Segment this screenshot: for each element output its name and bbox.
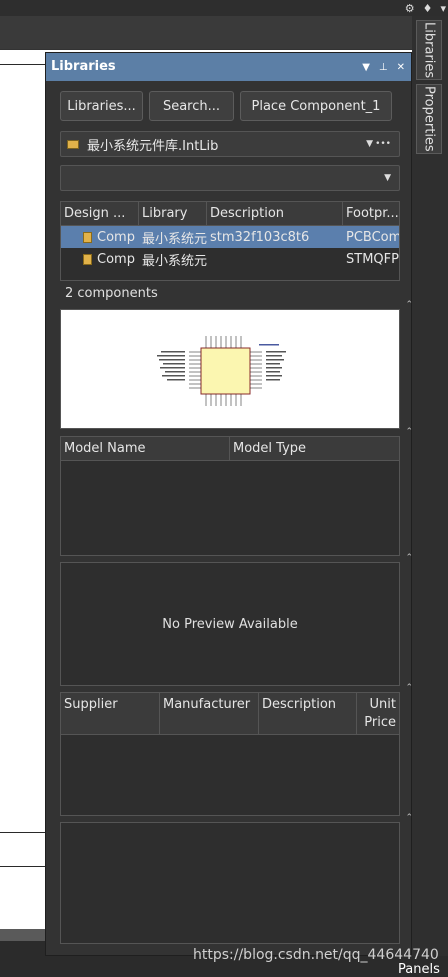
col-supplier[interactable]: Supplier	[61, 693, 160, 734]
collapse-icon[interactable]: ⌃	[405, 683, 413, 693]
libraries-panel: Libraries ▼ ⊥ ✕ Libraries... Search... P…	[45, 52, 413, 956]
supplier-section: Supplier Manufacturer Description Unit P…	[60, 683, 413, 816]
collapse-icon[interactable]: ⌃	[405, 553, 413, 563]
supplier-header: Supplier Manufacturer Description Unit P…	[61, 693, 399, 735]
place-component-button[interactable]: Place Component_1	[240, 91, 392, 121]
search-button[interactable]: Search...	[149, 91, 234, 121]
col-model-type[interactable]: Model Type	[230, 437, 399, 460]
close-icon[interactable]: ✕	[397, 62, 405, 73]
user-icon[interactable]: ▾	[440, 2, 446, 15]
col-model-name[interactable]: Model Name	[61, 437, 230, 460]
col-library[interactable]: Library	[139, 202, 207, 225]
component-icon	[83, 253, 92, 265]
pin-icon[interactable]: ⊥	[379, 62, 388, 73]
col-description[interactable]: Description	[207, 202, 343, 225]
bell-icon[interactable]: ♦	[423, 2, 433, 15]
panel-controls: ▼ ⊥ ✕	[362, 53, 405, 81]
library-icon	[67, 139, 79, 149]
tab-properties[interactable]: Properties	[416, 84, 442, 154]
parameters-section: ⌃	[60, 813, 413, 944]
library-select-value: 最小系统元件库.IntLib	[87, 138, 219, 154]
document-tab-bar	[0, 16, 446, 49]
panels-button[interactable]: Panels	[398, 962, 440, 977]
models-header: Model Name Model Type	[61, 437, 399, 461]
cell-library: 最小系统元	[142, 253, 207, 269]
side-tab-strip: Libraries Properties	[412, 16, 448, 956]
table-row[interactable]: Comp 最小系统元 stm32f103c8t6 PCBCom	[61, 226, 399, 248]
symbol-preview: ⌃	[60, 300, 413, 429]
col-design[interactable]: Design ...	[61, 202, 139, 225]
tab-libraries[interactable]: Libraries	[416, 20, 442, 80]
chevron-down-icon: ▼	[384, 173, 391, 183]
top-bar: ⚙ ♦ ▾	[0, 0, 448, 16]
no-preview-text: No Preview Available	[162, 616, 298, 632]
collapse-icon[interactable]: ⌃	[405, 427, 413, 437]
cell-library: 最小系统元	[142, 231, 207, 247]
panel-menu-icon[interactable]: ▼	[362, 62, 370, 73]
components-table: Design ... Library Description Footpr...…	[60, 201, 400, 281]
col-footprint[interactable]: Footpr...	[343, 202, 399, 225]
libraries-button[interactable]: Libraries...	[60, 91, 143, 121]
component-count: 2 components	[65, 286, 158, 301]
watermark-text: https://blog.csdn.net/qq_44644740	[193, 947, 439, 963]
col-manufacturer[interactable]: Manufacturer	[160, 693, 259, 734]
more-icon[interactable]: •••	[375, 139, 391, 149]
models-section: Model Name Model Type ⌃	[60, 427, 413, 556]
collapse-icon[interactable]: ⌃	[405, 300, 413, 310]
gear-icon[interactable]: ⚙	[405, 2, 415, 15]
cell-footprint: PCBCom	[346, 229, 399, 245]
chevron-down-icon: ▼	[366, 139, 373, 149]
footprint-preview: No Preview Available ⌃	[60, 553, 413, 686]
top-icons: ⚙ ♦ ▾	[405, 0, 446, 16]
col-supplier-description[interactable]: Description	[259, 693, 357, 734]
filter-combo[interactable]: ▼	[60, 165, 400, 191]
component-icon	[83, 231, 92, 243]
col-unit-price[interactable]: Unit Price	[357, 693, 399, 734]
collapse-icon[interactable]: ⌃	[405, 813, 413, 823]
cell-footprint: STMQFP	[346, 251, 399, 267]
cell-description: stm32f103c8t6	[210, 229, 310, 245]
table-header: Design ... Library Description Footpr...	[61, 202, 399, 226]
table-row[interactable]: Comp 最小系统元 STMQFP	[61, 248, 399, 270]
panel-title: Libraries	[46, 53, 411, 81]
library-select[interactable]: 最小系统元件库.IntLib ▼ •••	[60, 131, 400, 157]
chip-symbol-preview	[157, 336, 286, 406]
